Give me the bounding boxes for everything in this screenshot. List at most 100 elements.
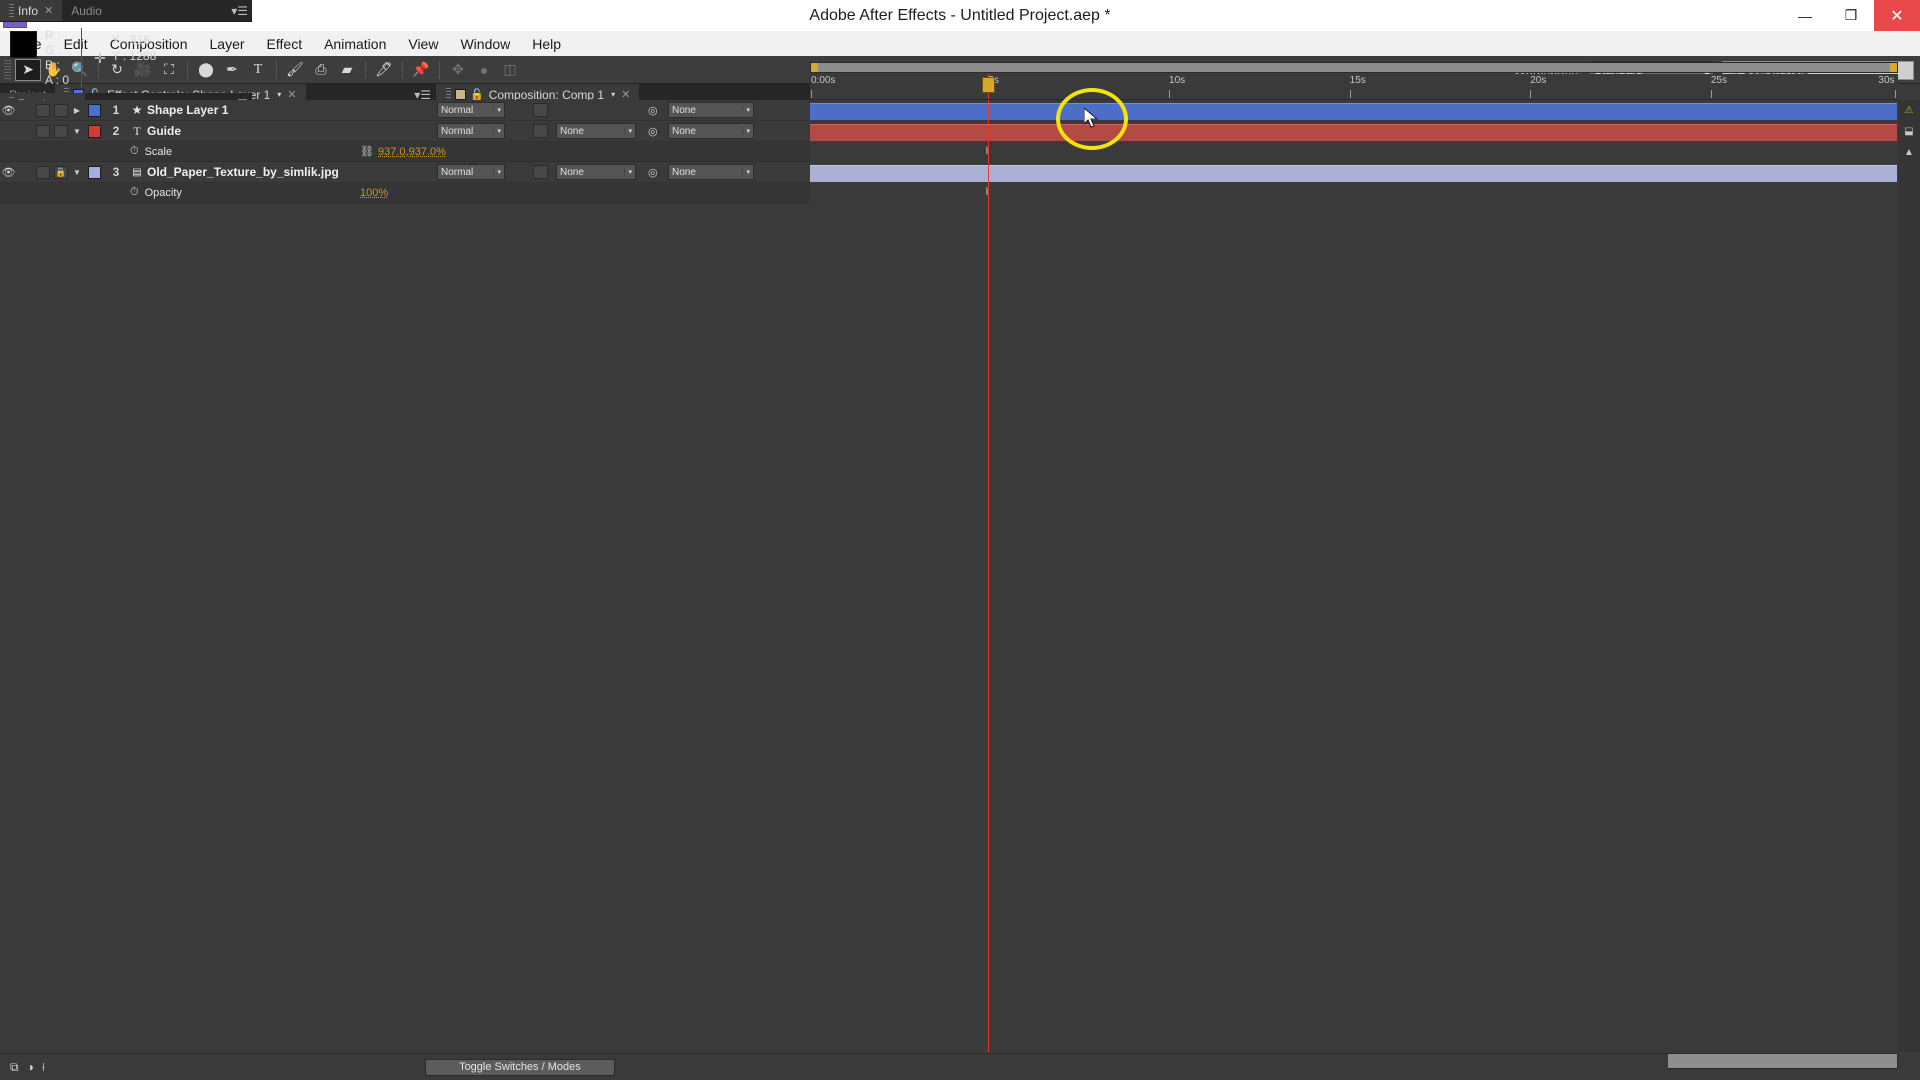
playhead-handle[interactable] — [982, 77, 996, 93]
layer-mode-select[interactable]: Normal ▾ — [437, 164, 505, 180]
ruler-ticks[interactable]: 0:00s 5s 10s 15s 20s 25s 30s — [810, 74, 1898, 100]
property-value[interactable]: 937.0,937.0% — [378, 146, 446, 158]
table-row[interactable]: 👁 🔒 ▼ 3 ▤ Old_Paper_Texture_by_simlik.jp… — [0, 162, 810, 183]
warning-icon[interactable]: ⚠ — [1898, 100, 1920, 121]
graph-editor-toggle-icon[interactable]: ⟊ — [42, 1060, 45, 1075]
chevron-down-icon: ▾ — [742, 168, 750, 176]
layer-label-color[interactable] — [88, 165, 101, 179]
layer-index: 3 — [112, 165, 120, 179]
parent-value: None — [672, 125, 696, 137]
menu-view[interactable]: View — [397, 34, 449, 54]
maximize-button[interactable]: ❐ — [1828, 0, 1874, 31]
stopwatch-icon[interactable]: ⏱ — [130, 145, 139, 158]
chevron-down-icon[interactable]: ▾ — [277, 90, 281, 99]
layer-parent-select[interactable]: None ▾ — [668, 102, 754, 118]
layer-name[interactable]: Shape Layer 1 — [147, 103, 228, 117]
layer-name[interactable]: Guide — [147, 124, 181, 138]
layer-visibility-toggle[interactable]: 👁 — [0, 166, 17, 179]
expand-triangle-icon[interactable]: ▼ — [70, 127, 84, 136]
eraser-tool-icon[interactable]: ▰ — [334, 59, 360, 81]
puppet-pin-tool-icon[interactable]: 📌 — [408, 59, 434, 81]
layer-solo-toggle[interactable] — [36, 165, 50, 179]
layer-trkmat-select[interactable]: None ▾ — [556, 123, 636, 139]
menu-help[interactable]: Help — [521, 34, 572, 54]
layer-mode-select[interactable]: Normal ▾ — [437, 102, 505, 118]
work-area-start-handle[interactable] — [811, 63, 818, 72]
layer-switch-icon[interactable]: ⬓ — [1898, 121, 1920, 142]
chevron-down-icon[interactable]: ▾ — [611, 90, 615, 99]
timeline-track-area[interactable]: I I — [810, 88, 1898, 1052]
layer-parent-select[interactable]: None ▾ — [668, 164, 754, 180]
layer-lock-toggle[interactable] — [54, 124, 68, 138]
layer-label-color[interactable] — [88, 124, 101, 138]
layer-lock-toggle[interactable]: 🔒 — [54, 165, 68, 179]
layer-bar-guide[interactable] — [810, 124, 1897, 141]
brush-tool-icon[interactable]: 🖌 — [282, 59, 308, 81]
mode-value: Normal — [441, 104, 474, 116]
table-row[interactable]: ▼ 2 T Guide Normal ▾ None ▾ ◎ None ▾ — [0, 121, 810, 142]
layer-t-box[interactable] — [533, 124, 548, 138]
parent-pickwhip-icon[interactable]: ◎ — [648, 104, 658, 117]
menu-effect[interactable]: Effect — [256, 34, 314, 54]
layer-t-box[interactable] — [533, 165, 548, 179]
stopwatch-icon[interactable]: ⏱ — [130, 186, 139, 199]
close-icon[interactable]: ✕ — [44, 4, 53, 17]
table-row[interactable]: 👁 ▶ 1 ★ Shape Layer 1 Normal ▾ ◎ None ▾ — [0, 100, 810, 121]
property-value[interactable]: 100% — [360, 187, 388, 199]
layer-name[interactable]: Old_Paper_Texture_by_simlik.jpg — [147, 165, 339, 179]
chevron-down-icon: ▾ — [624, 127, 632, 135]
minimize-button[interactable]: — — [1782, 0, 1828, 31]
layer-visibility-toggle[interactable]: 👁 — [0, 104, 17, 117]
tick-mark — [1710, 90, 1712, 98]
layer-lock-toggle[interactable] — [54, 103, 68, 117]
tick-mark — [1530, 90, 1532, 98]
parent-pickwhip-icon[interactable]: ◎ — [648, 166, 658, 179]
work-area-bar[interactable] — [810, 62, 1898, 73]
layer-index: 1 — [112, 103, 120, 117]
footage-layer-icon: ▤ — [132, 166, 142, 178]
menu-animation[interactable]: Animation — [313, 34, 397, 54]
layer-t-box[interactable] — [533, 103, 548, 117]
chevron-down-icon: ▾ — [624, 168, 632, 176]
timeline-ruler[interactable]: 0:00s 5s 10s 15s 20s 25s 30s — [810, 62, 1898, 100]
parent-value: None — [672, 104, 696, 116]
layer-solo-toggle[interactable] — [36, 103, 50, 117]
tick-label: 25s — [1710, 75, 1727, 86]
comp-frame-blending-icon[interactable]: ⧉ — [10, 1060, 19, 1075]
link-icon[interactable]: ⛓ — [360, 145, 374, 158]
toggle-switches-modes-button[interactable]: Toggle Switches / Modes — [424, 1058, 615, 1076]
parent-pickwhip-icon[interactable]: ◎ — [648, 125, 658, 138]
tab-info[interactable]: Info ✕ — [0, 0, 63, 21]
layer-trkmat-select[interactable]: None ▾ — [556, 164, 636, 180]
layer-solo-toggle[interactable] — [36, 124, 50, 138]
info-y: Y : 1288 — [111, 49, 157, 63]
chevron-down-icon: ▾ — [742, 127, 750, 135]
expand-triangle-icon[interactable]: ▶ — [70, 106, 84, 115]
close-button[interactable]: ✕ — [1874, 0, 1920, 31]
panel-menu-icon[interactable]: ▾☰ — [231, 0, 252, 21]
info-g: G : — [45, 43, 62, 57]
tab-audio[interactable]: Audio — [62, 0, 111, 21]
comp-motion-blur-icon[interactable]: ◑ — [27, 1060, 34, 1074]
tick-mark — [1169, 90, 1171, 98]
list-item[interactable]: ⏱ Scale ⛓ 937.0,937.0% — [0, 142, 810, 162]
layer-mode-select[interactable]: Normal ▾ — [437, 123, 505, 139]
info-x: X : 316 — [111, 33, 150, 47]
expand-triangle-icon[interactable]: ▼ — [70, 168, 84, 177]
toolbar-separator-6 — [439, 60, 440, 79]
layer-parent-select[interactable]: None ▾ — [668, 123, 754, 139]
clone-stamp-tool-icon[interactable]: ⎙ — [308, 59, 334, 81]
timeline-panel: Render Queue Comp 1 ✕ ▾☰ 0:00:04:21 0011… — [0, 62, 1920, 1080]
info-panel-tabs: Info ✕ Audio ▾☰ — [0, 0, 252, 22]
layer-bar-old-paper-texture[interactable] — [810, 165, 1897, 182]
tick-label: 30s — [1878, 75, 1895, 86]
menu-window[interactable]: Window — [449, 34, 521, 54]
work-area-end-handle[interactable] — [1890, 63, 1897, 72]
roto-brush-tool-icon[interactable]: 🖊 — [371, 59, 397, 81]
list-item[interactable]: ⏱ Opacity 100% — [0, 183, 810, 203]
scroll-up-icon[interactable]: ▲ — [1898, 142, 1920, 163]
layer-bar-shape-layer-1[interactable] — [810, 103, 1897, 120]
layer-label-color[interactable] — [88, 103, 101, 117]
title-bar: Ae Adobe After Effects - Untitled Projec… — [0, 0, 1920, 31]
timeline-playhead[interactable] — [988, 100, 990, 1052]
